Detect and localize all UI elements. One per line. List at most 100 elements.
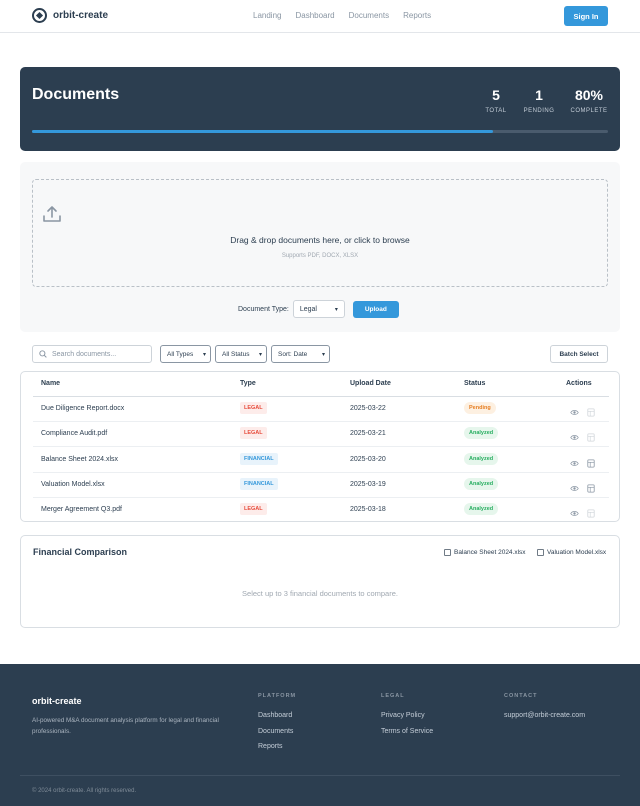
stat-total: 5 TOTAL	[484, 87, 508, 114]
completion-progress-fill	[32, 130, 493, 133]
doctype-select[interactable]: Legal ▾	[292, 300, 345, 318]
nav-link-documents[interactable]: Documents	[349, 11, 389, 20]
sort-select[interactable]: Sort: Date ▾	[271, 345, 330, 363]
nav-link-landing[interactable]: Landing	[253, 11, 281, 20]
table-row[interactable]: Valuation Model.xlsx FINANCIAL 2025-03-19 A…	[33, 473, 609, 498]
status-badge: Analyzed	[464, 452, 499, 465]
sign-in-button[interactable]: Sign In	[564, 6, 608, 26]
footer-link-dashboard[interactable]: Dashboard	[258, 712, 292, 719]
brand[interactable]: orbit-create	[32, 8, 108, 23]
status-filter-select[interactable]: All Status ▾	[215, 345, 267, 363]
comparison-title: Financial Comparison	[33, 547, 128, 557]
compare-option-label: Balance Sheet 2024.xlsx	[454, 549, 526, 556]
chevron-down-icon: ▾	[202, 351, 206, 358]
footer-copyright: © 2024 orbit-create. All rights reserved…	[32, 788, 137, 794]
stat-complete: 80% COMPLETE	[568, 87, 610, 114]
compare-checkbox-balance-sheet[interactable]: Balance Sheet 2024.xlsx	[444, 549, 526, 556]
footer-link-documents[interactable]: Documents	[258, 728, 293, 735]
search-input[interactable]: Search documents...	[32, 345, 152, 363]
view-icon[interactable]	[570, 455, 579, 473]
doc-name[interactable]: Valuation Model.xlsx	[41, 481, 105, 488]
report-icon[interactable]	[587, 455, 595, 473]
checkbox-box[interactable]	[444, 549, 451, 556]
footer: orbit-create AI-powered M&A document ana…	[0, 664, 640, 806]
footer-link-terms[interactable]: Terms of Service	[381, 728, 433, 735]
view-icon[interactable]	[570, 480, 579, 498]
table-row[interactable]: Balance Sheet 2024.xlsx FINANCIAL 2025-03-…	[33, 448, 609, 473]
upload-button[interactable]: Upload	[352, 300, 399, 318]
report-icon[interactable]	[587, 505, 595, 523]
doc-name[interactable]: Merger Agreement Q3.pdf	[41, 506, 122, 513]
brand-name: orbit-create	[53, 10, 109, 21]
stat-total-label: TOTAL	[485, 108, 507, 114]
top-nav: orbit-create Landing Dashboard Documents…	[0, 0, 640, 33]
footer-link-reports[interactable]: Reports	[258, 743, 283, 750]
footer-heading-contact: CONTACT	[504, 693, 538, 699]
report-icon[interactable]	[587, 480, 595, 498]
doctype-label: Document Type:	[238, 305, 289, 313]
type-filter-select[interactable]: All Types ▾	[160, 345, 211, 363]
upload-date: 2025-03-18	[350, 506, 386, 514]
upload-date: 2025-03-22	[350, 405, 386, 412]
upload-date: 2025-03-20	[350, 455, 386, 463]
upload-icon	[42, 204, 62, 229]
documents-hero: Documents 5 TOTAL 1 PENDING 80% COMPLETE	[20, 67, 620, 151]
supported-formats: Supports PDF, DOCX, XLSX	[281, 253, 359, 259]
doc-name[interactable]: Balance Sheet 2024.xlsx	[41, 456, 118, 463]
stat-total-value: 5	[492, 87, 500, 103]
page-title: Documents	[32, 86, 120, 103]
nav-link-dashboard[interactable]: Dashboard	[295, 11, 334, 20]
batch-select-button[interactable]: Batch Select	[550, 345, 608, 363]
footer-brand: orbit-create	[32, 696, 82, 706]
upload-date: 2025-03-21	[350, 430, 386, 438]
upload-panel: Drag & drop documents here, or click to …	[20, 162, 620, 332]
column-header-name[interactable]: Name	[41, 380, 60, 387]
stat-pending-value: 1	[535, 87, 543, 103]
financial-comparison: Financial Comparison Balance Sheet 2024.…	[20, 535, 620, 628]
column-header-status[interactable]: Status	[464, 380, 485, 387]
chevron-down-icon: ▾	[321, 351, 325, 358]
view-icon[interactable]	[570, 429, 579, 447]
status-badge: Pending	[464, 402, 496, 414]
footer-heading-platform: PLATFORM	[258, 693, 297, 699]
status-filter-value: All Status	[222, 350, 250, 358]
column-header-upload-date[interactable]: Upload Date	[350, 380, 391, 387]
nav-link-reports[interactable]: Reports	[403, 11, 431, 20]
chevron-down-icon: ▾	[334, 306, 338, 313]
view-icon[interactable]	[570, 404, 579, 422]
report-icon[interactable]	[587, 404, 595, 422]
search-placeholder: Search documents...	[52, 350, 117, 358]
table-row[interactable]: Merger Agreement Q3.pdf LEGAL 2025-03-18 An…	[33, 498, 609, 523]
status-badge: Analyzed	[464, 503, 499, 516]
dropzone-text: Drag & drop documents here, or click to …	[230, 235, 410, 245]
completion-progress-bar	[32, 130, 608, 133]
dropzone[interactable]: Drag & drop documents here, or click to …	[32, 179, 608, 287]
doctype-value: Legal	[299, 305, 317, 313]
table-row[interactable]: Due Diligence Report.docx LEGAL 2025-03-22…	[33, 397, 609, 422]
stat-complete-label: COMPLETE	[570, 108, 608, 114]
doctype-row: Document Type: Legal ▾ Upload	[238, 300, 399, 318]
chevron-down-icon: ▾	[258, 351, 262, 358]
footer-contact-email[interactable]: support@orbit-create.com	[504, 712, 585, 719]
report-icon[interactable]	[587, 429, 595, 447]
upload-date: 2025-03-19	[350, 480, 386, 488]
view-icon[interactable]	[570, 505, 579, 523]
type-badge: LEGAL	[240, 402, 267, 414]
footer-heading-legal: LEGAL	[381, 693, 405, 699]
footer-divider	[20, 775, 620, 776]
doc-name[interactable]: Due Diligence Report.docx	[41, 405, 124, 412]
nav-links: Landing Dashboard Documents Reports	[253, 11, 431, 20]
footer-link-privacy[interactable]: Privacy Policy	[381, 712, 425, 719]
type-badge: FINANCIAL	[240, 477, 278, 490]
documents-table: Name Type Upload Date Status Actions Due…	[20, 371, 620, 522]
compare-checkbox-valuation-model[interactable]: Valuation Model.xlsx	[537, 549, 606, 556]
doc-name[interactable]: Compliance Audit.pdf	[41, 430, 107, 437]
checkbox-box[interactable]	[537, 549, 544, 556]
table-row[interactable]: Compliance Audit.pdf LEGAL 2025-03-21 Analy…	[33, 422, 609, 448]
column-header-type[interactable]: Type	[240, 380, 256, 387]
search-icon	[39, 350, 47, 358]
type-filter-value: All Types	[167, 350, 194, 358]
footer-description: AI-powered M&A document analysis platfor…	[32, 717, 219, 735]
column-header-actions: Actions	[566, 380, 592, 387]
comparison-empty-state: Select up to 3 financial documents to co…	[242, 589, 398, 598]
